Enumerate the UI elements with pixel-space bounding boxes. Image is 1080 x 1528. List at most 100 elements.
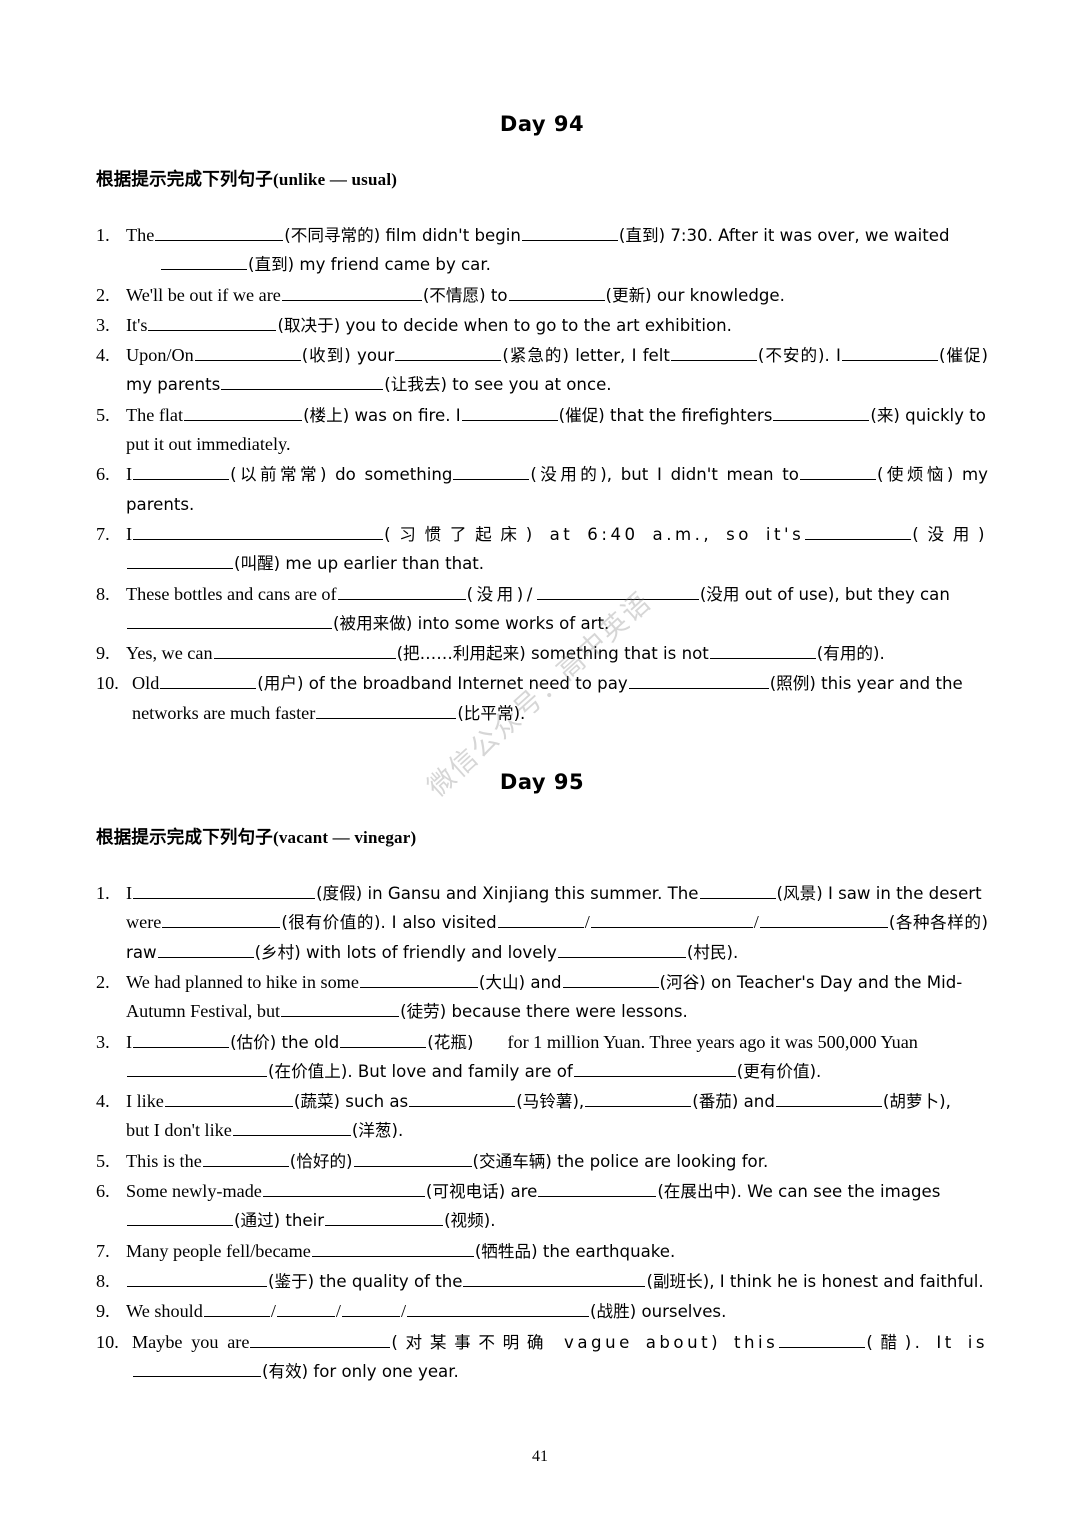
answer-blank[interactable] bbox=[311, 1241, 474, 1257]
text-fragment: put it out immediately. bbox=[126, 434, 291, 455]
answer-blank[interactable] bbox=[281, 285, 422, 301]
answer-blank[interactable] bbox=[133, 1361, 261, 1377]
answer-blank[interactable] bbox=[155, 225, 284, 241]
answer-blank[interactable] bbox=[232, 1120, 351, 1137]
list-item: 10. Old (用户) of the broadband Internet ne… bbox=[96, 669, 988, 728]
answer-blank[interactable] bbox=[213, 643, 396, 660]
hint-text: (风景) I saw in the desert bbox=[776, 884, 982, 904]
answer-blank[interactable] bbox=[160, 673, 257, 690]
answer-blank[interactable] bbox=[709, 643, 816, 660]
answer-blank[interactable] bbox=[184, 405, 303, 421]
hint-text: (让我去) to see you at once. bbox=[384, 375, 612, 395]
answer-blank[interactable] bbox=[799, 464, 876, 481]
answer-blank[interactable] bbox=[409, 1091, 516, 1108]
answer-blank[interactable] bbox=[841, 345, 938, 362]
answer-blank[interactable] bbox=[557, 942, 686, 958]
answer-blank[interactable] bbox=[508, 285, 605, 301]
answer-blank[interactable] bbox=[628, 673, 769, 690]
hint-text: (番茄) and bbox=[692, 1092, 775, 1112]
answer-blank[interactable] bbox=[164, 1091, 293, 1108]
answer-blank[interactable] bbox=[203, 1301, 270, 1318]
answer-blank[interactable] bbox=[585, 1091, 692, 1108]
answer-blank[interactable] bbox=[133, 1032, 230, 1048]
hint-text: (直到) my friend came by car. bbox=[248, 255, 491, 275]
answer-blank[interactable] bbox=[353, 1151, 472, 1167]
answer-blank[interactable] bbox=[521, 225, 618, 241]
hint-text: (很有价值的). I also visited bbox=[281, 913, 497, 933]
answer-blank[interactable] bbox=[779, 1332, 866, 1348]
answer-blank[interactable] bbox=[775, 1091, 882, 1108]
answer-blank[interactable] bbox=[127, 1210, 233, 1227]
hint-text: (副班长), I think he is honest and faithful… bbox=[646, 1271, 984, 1291]
hint-text: (以前常常) do something bbox=[230, 465, 453, 485]
answer-blank[interactable] bbox=[162, 912, 281, 929]
answer-blank[interactable] bbox=[148, 315, 277, 331]
hint-text: (河谷) on Teacher's Day and the Mid- bbox=[659, 972, 963, 992]
list-item: 4. I like (蔬菜) such as (马铃薯), (番茄) and (胡萝卜)… bbox=[96, 1087, 988, 1146]
separator: / bbox=[400, 1301, 407, 1322]
answer-blank[interactable] bbox=[127, 553, 233, 570]
item-body: Yes, we can (把……利用起来) something that is n… bbox=[126, 639, 988, 668]
item-body: Some newly-made (可视电话) are (在展出中). We can … bbox=[126, 1177, 988, 1236]
separator: / bbox=[753, 912, 759, 933]
item-number: 1. bbox=[96, 883, 110, 904]
answer-blank[interactable] bbox=[463, 1271, 646, 1287]
text-fragment: We had planned to hike in some bbox=[126, 971, 359, 992]
list-item: 9. We should / / / (战胜) ourselves. bbox=[96, 1297, 988, 1326]
answer-blank[interactable] bbox=[453, 464, 530, 481]
answer-blank[interactable] bbox=[562, 972, 659, 988]
item-number: 2. bbox=[96, 284, 110, 305]
item-body: The (不同寻常的) film didn't begin (直到) 7:30. A… bbox=[126, 221, 988, 280]
answer-blank[interactable] bbox=[127, 1061, 267, 1077]
list-item: 8. These bottles and cans are of (没用)/ (没用… bbox=[96, 580, 988, 639]
text-fragment: Many people fell/became bbox=[126, 1240, 311, 1261]
hint-text: (有用的). bbox=[816, 644, 885, 664]
answer-blank[interactable] bbox=[699, 883, 776, 900]
answer-blank[interactable] bbox=[461, 405, 558, 421]
hint-text: (牺牲品) the earthquake. bbox=[474, 1241, 676, 1261]
answer-blank[interactable] bbox=[161, 254, 247, 271]
answer-blank[interactable] bbox=[341, 1301, 400, 1318]
answer-blank[interactable] bbox=[573, 1061, 736, 1077]
answer-blank[interactable] bbox=[340, 1032, 427, 1048]
answer-blank[interactable] bbox=[276, 1301, 335, 1318]
answer-blank[interactable] bbox=[127, 1271, 267, 1287]
answer-blank[interactable] bbox=[536, 584, 699, 600]
answer-blank[interactable] bbox=[127, 613, 332, 629]
answer-blank[interactable] bbox=[759, 912, 888, 929]
answer-blank[interactable] bbox=[250, 1332, 391, 1348]
text-fragment: The flat bbox=[126, 404, 184, 425]
list-item: 7. Many people fell/became (牺牲品) the eart… bbox=[96, 1237, 988, 1266]
answer-blank[interactable] bbox=[359, 972, 478, 988]
answer-blank[interactable] bbox=[262, 1181, 425, 1198]
answer-blank[interactable] bbox=[773, 405, 870, 421]
answer-blank[interactable] bbox=[281, 1001, 400, 1018]
answer-blank[interactable] bbox=[395, 345, 502, 362]
answer-blank[interactable] bbox=[157, 942, 254, 958]
answer-blank[interactable] bbox=[133, 464, 230, 481]
item-body: We had planned to hike in some (大山) and (河… bbox=[126, 968, 988, 1027]
answer-blank[interactable] bbox=[133, 883, 316, 900]
hint-text: (村民). bbox=[686, 942, 739, 962]
item-number: 5. bbox=[96, 1150, 110, 1171]
answer-blank[interactable] bbox=[497, 912, 584, 929]
answer-blank[interactable] bbox=[805, 524, 912, 540]
answer-blank[interactable] bbox=[202, 1151, 289, 1167]
hint-text: (不情愿) to bbox=[422, 285, 508, 305]
answer-blank[interactable] bbox=[316, 703, 457, 719]
section-instruction-day94: 根据提示完成下列句子(unlike — usual) bbox=[96, 166, 988, 191]
answer-blank[interactable] bbox=[194, 345, 301, 362]
answer-blank[interactable] bbox=[221, 374, 384, 391]
answer-blank[interactable] bbox=[590, 912, 753, 929]
answer-blank[interactable] bbox=[538, 1181, 657, 1198]
answer-blank[interactable] bbox=[407, 1301, 590, 1318]
answer-blank[interactable] bbox=[670, 345, 757, 362]
hint-text: (恰好的) bbox=[289, 1151, 353, 1171]
list-item: 6. Some newly-made (可视电话) are (在展出中). We c… bbox=[96, 1177, 988, 1236]
answer-blank[interactable] bbox=[325, 1210, 444, 1227]
exercise-list-day95: 1. I (度假) in Gansu and Xinjiang this summ… bbox=[96, 879, 988, 1386]
list-item: 2. We'll be out if we are (不情愿) to (更新) ou… bbox=[96, 281, 988, 310]
answer-blank[interactable] bbox=[133, 524, 384, 540]
answer-blank[interactable] bbox=[337, 584, 466, 600]
list-item: 9. Yes, we can (把……利用起来) something that i… bbox=[96, 639, 988, 668]
